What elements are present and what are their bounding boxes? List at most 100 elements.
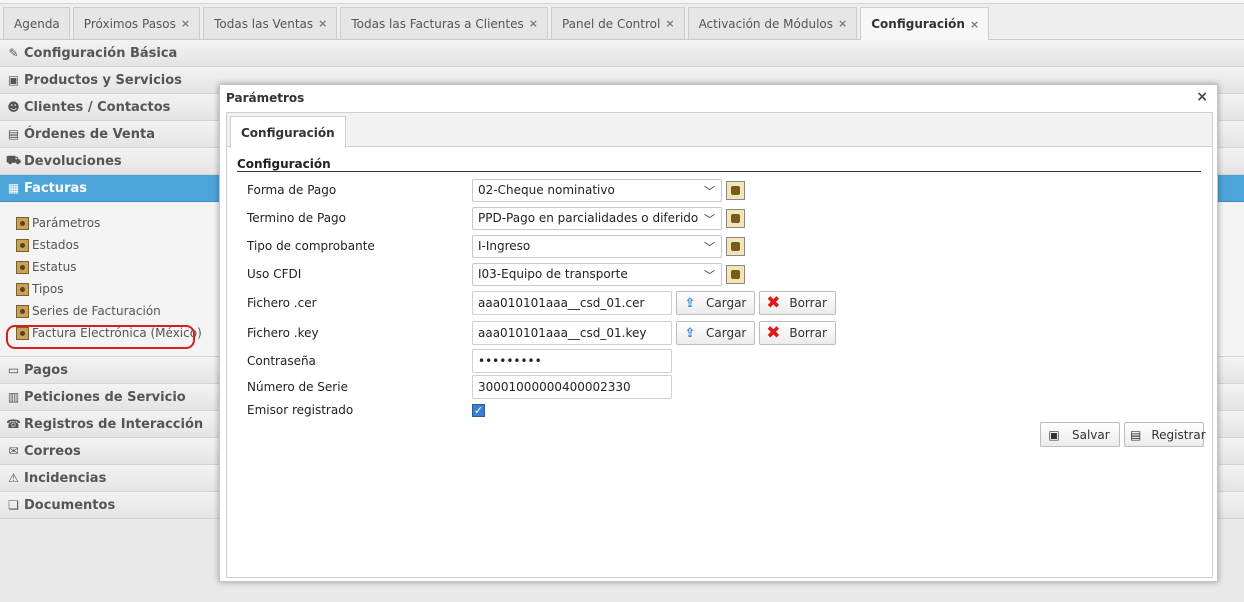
wrench-icon: ✎	[8, 46, 19, 60]
row-uso-cfdi: Uso CFDI I03-Equipo de transporte ﹀	[247, 262, 745, 286]
tab-agenda[interactable]: Agenda	[3, 7, 70, 39]
tab-proximos-pasos[interactable]: Próximos Pasos ×	[72, 7, 201, 39]
red-annotation-outline	[6, 325, 195, 349]
settings-icon	[16, 238, 29, 252]
registrar-button[interactable]: ▤ Registrar	[1124, 422, 1206, 447]
borrar-cer-button[interactable]: ✖ Borrar	[759, 291, 836, 315]
tabs: Agenda Próximos Pasos × Todas las Ventas ×…	[3, 7, 992, 40]
uso-cfdi-select[interactable]: I03-Equipo de transporte ﹀	[472, 262, 722, 286]
field-value: aaa010101aaa__csd_01.cer	[478, 296, 645, 310]
lookup-icon[interactable]	[726, 264, 745, 284]
save-icon: ▣	[1048, 427, 1060, 442]
submenu-item-label: Estatus	[32, 260, 77, 274]
tab-configuracion-dialog[interactable]: Configuración	[230, 116, 346, 148]
forma-pago-select[interactable]: 02-Cheque nominativo ﹀	[472, 178, 722, 202]
settings-icon	[16, 282, 29, 296]
menu-item-label: Facturas	[24, 180, 87, 196]
section-divider	[237, 171, 1201, 172]
button-label: Salvar	[1072, 427, 1110, 442]
tipo-comprobante-select[interactable]: I-Ingreso ﹀	[472, 234, 722, 258]
emisor-registrado-checkbox[interactable]: ✓	[472, 403, 485, 417]
button-label: Borrar	[789, 326, 827, 340]
select-value: PPD-Pago en parcialidades o diferido	[478, 211, 699, 225]
delete-icon: ✖	[766, 323, 781, 343]
service-icon: ▥	[7, 390, 20, 404]
tab-configuracion[interactable]: Configuración ×	[860, 7, 990, 40]
row-numero-serie: Número de Serie 30001000000400002330	[247, 375, 672, 399]
documents-icon: ❏	[8, 498, 19, 512]
chevron-down-icon: ﹀	[704, 240, 715, 254]
payment-icon: ▭	[7, 363, 20, 377]
order-icon: ▤	[7, 127, 20, 141]
select-value: 02-Cheque nominativo	[478, 183, 615, 197]
tab-panel-control[interactable]: Panel de Control ×	[550, 7, 685, 39]
fichero-key-field[interactable]: aaa010101aaa__csd_01.key	[472, 321, 672, 345]
tab-bar: Agenda Próximos Pasos × Todas las Ventas ×…	[0, 0, 1244, 40]
settings-icon	[16, 216, 29, 230]
select-value: I-Ingreso	[478, 239, 531, 253]
menu-item-label: Productos y Servicios	[24, 72, 182, 88]
upload-icon: ⇪	[684, 325, 696, 341]
tab-label: Todas las Ventas	[214, 16, 314, 31]
field-label: Emisor registrado	[247, 403, 354, 417]
fichero-cer-field[interactable]: aaa010101aaa__csd_01.cer	[472, 291, 672, 315]
menu-item-label: Órdenes de Venta	[24, 126, 155, 142]
tab-label: Panel de Control	[561, 16, 661, 31]
button-label: Borrar	[789, 296, 827, 310]
lookup-icon[interactable]	[726, 180, 745, 200]
tab-close-icon[interactable]: ×	[318, 17, 327, 30]
cargar-cer-button[interactable]: ⇪ Cargar	[676, 291, 756, 315]
submenu-item-label: Parámetros	[32, 216, 101, 230]
field-label: Contraseña	[247, 354, 316, 368]
field-label: Tipo de comprobante	[247, 239, 375, 253]
borrar-key-button[interactable]: ✖ Borrar	[759, 321, 836, 345]
button-label: Registrar	[1151, 427, 1206, 442]
field-label: Termino de Pago	[247, 211, 347, 225]
dialog-body: Configuración Configuración Forma de Pag…	[226, 112, 1213, 578]
tab-close-icon[interactable]: ×	[665, 17, 674, 30]
tab-activacion-modulos[interactable]: Activación de Módulos ×	[687, 7, 858, 39]
menu-item-configuracion-basica[interactable]: ✎ Configuración Básica	[0, 40, 1244, 67]
tab-label: Activación de Módulos	[698, 16, 834, 31]
cargar-key-button[interactable]: ⇪ Cargar	[676, 321, 756, 345]
lookup-icon[interactable]	[726, 208, 745, 228]
row-forma-pago: Forma de Pago 02-Cheque nominativo ﹀	[247, 178, 745, 202]
dialog-title: Parámetros	[226, 91, 305, 105]
tab-todas-ventas[interactable]: Todas las Ventas ×	[203, 7, 338, 39]
dialog-tab-strip: Configuración	[227, 113, 1212, 148]
tab-todas-facturas[interactable]: Todas las Facturas a Clientes ×	[340, 7, 548, 39]
menu-item-label: Incidencias	[24, 470, 107, 486]
field-label: Uso CFDI	[247, 267, 302, 281]
tab-close-icon[interactable]: ×	[970, 18, 979, 31]
salvar-button[interactable]: ▣ Salvar	[1040, 422, 1120, 447]
row-contrasena: Contraseña •••••••••	[247, 349, 672, 373]
numero-serie-field[interactable]: 30001000000400002330	[472, 375, 672, 399]
lookup-icon[interactable]	[726, 236, 745, 256]
field-label: Número de Serie	[247, 380, 348, 394]
menu-item-label: Correos	[24, 443, 81, 459]
menu-item-label: Configuración Básica	[24, 45, 178, 61]
field-value: aaa010101aaa__csd_01.key	[478, 326, 647, 340]
menu-item-label: Peticiones de Servicio	[24, 389, 186, 405]
settings-icon	[16, 260, 29, 274]
cart-icon: ⛟	[5, 153, 22, 167]
submenu-item-label: Estados	[32, 238, 80, 252]
close-icon[interactable]: ×	[1196, 89, 1208, 105]
register-icon: ▤	[1130, 427, 1142, 442]
tab-close-icon[interactable]: ×	[529, 17, 538, 30]
row-emisor-registrado: Emisor registrado ✓	[247, 398, 485, 422]
phone-icon: ☎	[6, 417, 21, 431]
upload-icon: ⇪	[684, 295, 696, 311]
field-label: Fichero .cer	[247, 296, 317, 310]
tab-close-icon[interactable]: ×	[181, 17, 190, 30]
password-field[interactable]: •••••••••	[472, 349, 672, 373]
top-strip	[0, 0, 1244, 4]
menu-item-label: Clientes / Contactos	[24, 99, 171, 115]
menu-item-label: Registros de Interacción	[24, 416, 204, 432]
field-label: Forma de Pago	[247, 183, 337, 197]
termino-pago-select[interactable]: PPD-Pago en parcialidades o diferido ﹀	[472, 206, 722, 230]
field-value: •••••••••	[478, 354, 542, 368]
tab-close-icon[interactable]: ×	[838, 17, 847, 30]
select-value: I03-Equipo de transporte	[478, 267, 628, 281]
menu-item-label: Documentos	[24, 497, 116, 513]
